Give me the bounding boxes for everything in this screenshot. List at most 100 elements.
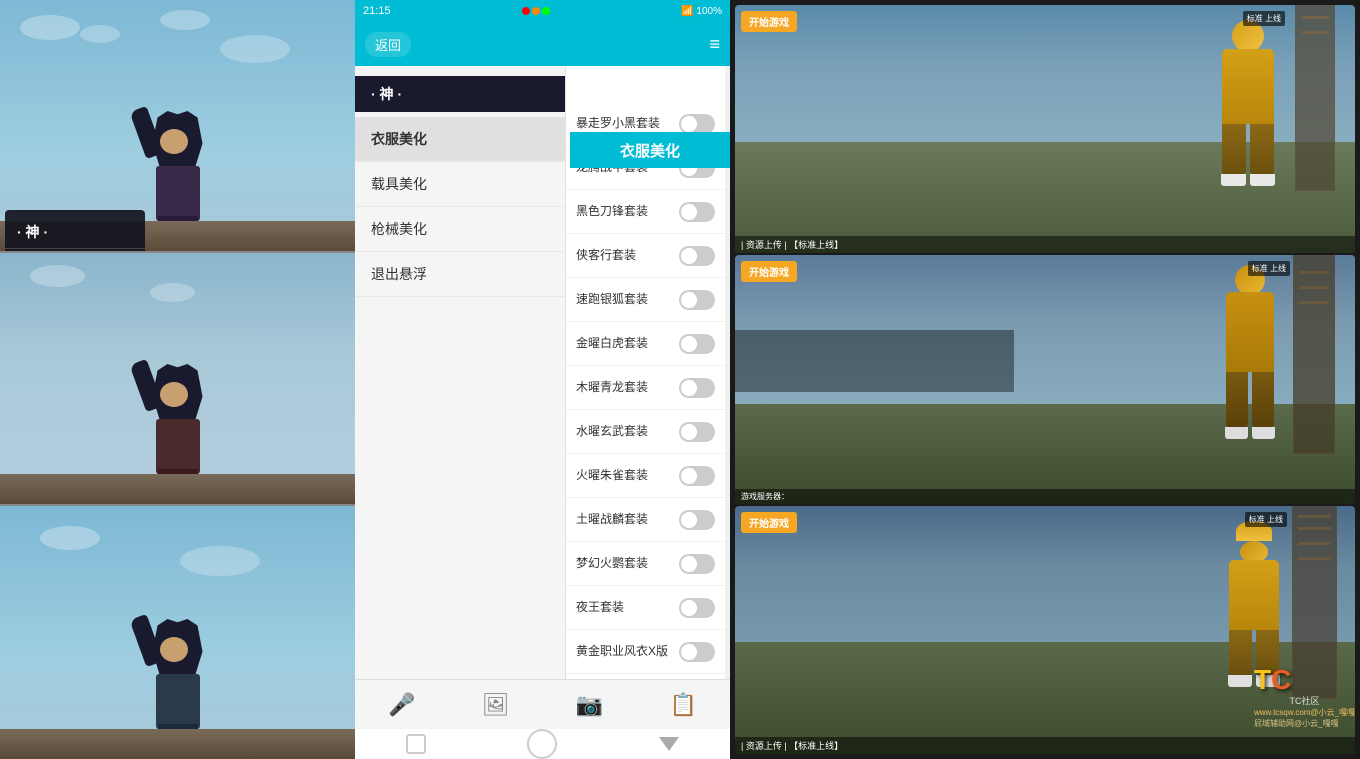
toggle-switch-5[interactable] [679,334,715,354]
tower-1 [1295,5,1335,191]
left-panel: · 神 · 衣服美化 开启 载具美化 枪械美化 退出悬浮 13:35:15 [0,0,355,759]
toggle-switch-10[interactable] [679,554,715,574]
image-icon[interactable]: 🖼 [482,692,510,718]
toggle-switch-2[interactable] [679,202,715,222]
notif-orange [532,7,540,15]
tower-detail [1301,31,1329,34]
tower-detail [1301,16,1329,19]
game-info-2: 标准 上线 [1252,264,1286,273]
toggle-switch-3[interactable] [679,246,715,266]
game-card-2: 开始游戏 标准 上线 游戏服务器： [735,255,1355,503]
char-face [160,637,188,662]
camera-icon[interactable]: 📷 [576,692,603,718]
cloud [40,526,100,550]
char-torso [156,166,200,221]
toggle-switch-11[interactable] [679,598,715,618]
game-info-3: 标准 上线 [1249,515,1283,524]
cloud [30,265,85,287]
notification-icons [522,7,550,15]
gold-leg-r [1250,124,1274,174]
mid-menu-item-gun[interactable]: 枪械美化 [355,207,565,252]
tower-detail [1298,557,1331,560]
toggle-item-3: 侠客行套装 [566,234,725,278]
tower-detail [1298,527,1331,530]
tower-detail [1299,301,1329,304]
notif-green [542,7,550,15]
toggle-label-2: 黑色刀锋套装 [576,204,673,220]
bottom-nav: 🎤 🖼 📷 📋 [355,679,730,729]
game-overlay-1: 标准 上线 [1243,11,1285,26]
tc-letter-t: T [1254,664,1271,695]
mid-content: 衣服美化 · 神 · 衣服美化 载具美化 枪械美化 退出悬浮 暴走罗小黑套装龙腾… [355,66,730,679]
gold-body-1 [1222,49,1274,124]
shoe-r [1252,427,1275,439]
toggle-switch-6[interactable] [679,378,715,398]
gold-shoes-2 [1225,427,1275,439]
mid-menu-item-exit[interactable]: 退出悬浮 [355,252,565,297]
game-start-btn-1[interactable]: 开始游戏 [741,11,797,32]
toggle-switch-7[interactable] [679,422,715,442]
game-info-bar-1: | 资源上传 | 【标准上线】 [735,236,1355,253]
nav-menu-icon[interactable]: ≡ [709,34,720,55]
watermark-tc: TC [1254,666,1355,694]
toggle-switch-0[interactable] [679,114,715,134]
toggle-item-2: 黑色刀锋套装 [566,190,725,234]
notif-red [522,7,530,15]
right-panel: 开始游戏 标准 上线 | 资源上传 | 【标准上线】 [730,0,1360,759]
toggle-item-10: 梦幻火鹦套装 [566,542,725,586]
clipboard-icon[interactable]: 📋 [669,692,696,718]
tower-2 [1293,255,1335,454]
left-section-bot [0,506,355,759]
game-bg-2: 开始游戏 标准 上线 游戏服务器： [735,255,1355,503]
cloud [80,25,120,43]
home-back-btn[interactable] [659,737,679,751]
toggle-label-10: 梦幻火鹦套装 [576,556,673,572]
wifi-icon: 📶 [681,6,693,17]
tower-detail [1299,271,1329,274]
mid-menu-item-clothes[interactable]: 衣服美化 [355,117,565,162]
char-torso [156,419,200,474]
game-overlay-3: 标准 上线 [1245,512,1287,527]
anime-scene-bot [0,506,355,759]
game-start-btn-3[interactable]: 开始游戏 [741,512,797,533]
game-overlay-2: 标准 上线 [1248,261,1290,276]
game-start-btn-2[interactable]: 开始游戏 [741,261,797,282]
back-button[interactable]: 返回 [365,32,411,57]
gold-character-1 [1221,20,1275,186]
status-time: 21:15 [363,5,391,17]
gold-body-2 [1226,292,1274,372]
toggle-label-0: 暴走罗小黑套装 [576,116,673,132]
shoe-l [1225,427,1248,439]
shoe-r [1250,174,1275,186]
toggle-switch-12[interactable] [679,642,715,662]
watermark-bottom: 屁域辅助网@小云_嘎嘎 [1254,718,1355,729]
gold-body-3 [1229,560,1279,630]
toggle-item-9: 土曜战麟套装 [566,498,725,542]
toggle-switch-8[interactable] [679,466,715,486]
mic-icon[interactable]: 🎤 [388,692,415,718]
left-menu-overlay: · 神 · 衣服美化 开启 载具美化 枪械美化 退出悬浮 [5,210,145,253]
ground-rock-mid [0,474,355,504]
menu-title: · 神 · [5,218,145,249]
gold-shoes-1 [1221,174,1275,186]
game-card-1: 开始游戏 标准 上线 | 资源上传 | 【标准上线】 [735,5,1355,253]
toggle-switch-4[interactable] [679,290,715,310]
toggle-switch-9[interactable] [679,510,715,530]
game-info-bar-2: 游戏服务器： [735,489,1355,504]
home-circle-btn[interactable] [527,729,557,759]
tower-detail [1298,515,1331,518]
toggle-label-7: 水曜玄武套装 [576,424,673,440]
cloud [220,35,290,63]
tc-letter-c: C [1271,664,1291,695]
home-square-btn[interactable] [406,734,426,754]
toggle-item-8: 火曜朱雀套装 [566,454,725,498]
mid-left-menu: · 神 · 衣服美化 载具美化 枪械美化 退出悬浮 [355,66,565,679]
status-icons: 📶 100% [681,6,722,17]
char-face [160,129,188,154]
home-indicator [355,729,730,759]
left-section-mid: 13:35:15 [0,253,355,506]
menu-section-title: · 神 · [355,76,565,112]
toggle-label-11: 夜王套装 [576,600,673,616]
mid-menu-item-vehicle[interactable]: 载具美化 [355,162,565,207]
char-face [160,382,188,407]
